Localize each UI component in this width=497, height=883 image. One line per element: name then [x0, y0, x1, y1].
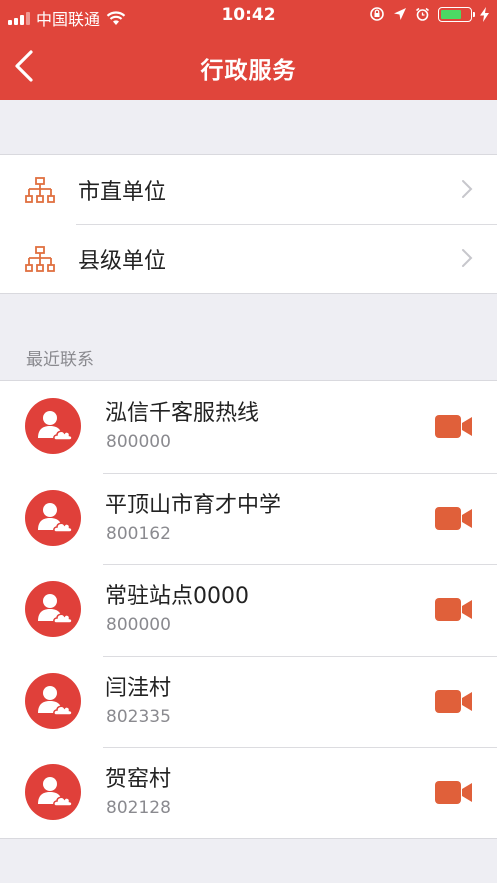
alarm-icon: [416, 7, 429, 21]
avatar: [25, 489, 81, 546]
nav-bar: 行政服务: [0, 33, 497, 100]
contact-row[interactable]: 常驻站点0000 800000: [0, 564, 497, 656]
video-call-icon[interactable]: [435, 414, 473, 439]
chevron-right-icon: [462, 180, 473, 198]
avatar: [25, 581, 81, 637]
contact-avatar-icon: [38, 594, 73, 624]
contact-avatar-icon: [38, 685, 73, 716]
status-bar: 中国联通 10:42: [0, 0, 497, 33]
org-unit-item-county[interactable]: 县级单位: [0, 224, 497, 293]
org-unit-label: 市直单位: [78, 180, 167, 205]
video-call-icon[interactable]: [435, 689, 473, 714]
contact-number: 800162: [106, 523, 171, 544]
video-call-icon[interactable]: [435, 597, 473, 622]
chevron-right-icon: [462, 249, 473, 267]
contact-row[interactable]: 泓信千客服热线 800000: [0, 381, 497, 473]
battery-icon: [438, 6, 475, 22]
contact-row[interactable]: 贺窑村 802128: [0, 747, 497, 839]
org-chart-icon: [25, 177, 55, 203]
org-unit-list: 市直单位 县级单位: [0, 154, 497, 294]
contact-avatar-icon: [38, 411, 73, 441]
app-header: 中国联通 10:42 行政服务: [0, 0, 497, 100]
org-unit-item-city[interactable]: 市直单位: [0, 155, 497, 224]
contact-avatar-icon: [38, 777, 73, 807]
rotation-lock-icon: [370, 7, 384, 21]
org-unit-label: 县级单位: [78, 249, 167, 274]
contact-number: 800000: [106, 615, 171, 635]
recent-contacts-header: 最近联系: [26, 350, 94, 370]
contact-name: 泓信千客服热线: [105, 401, 260, 426]
contact-row[interactable]: 平顶山市育才中学 800162: [0, 472, 497, 565]
video-call-icon[interactable]: [435, 780, 473, 805]
charging-icon: [480, 6, 489, 22]
contact-name: 平顶山市育才中学: [105, 492, 282, 518]
video-call-icon[interactable]: [435, 506, 473, 531]
location-icon: [394, 8, 406, 20]
contact-number: 802128: [106, 798, 171, 818]
contact-name: 闫洼村: [105, 675, 172, 701]
contact-name: 常驻站点0000: [105, 584, 249, 609]
contact-name: 贺窑村: [105, 767, 172, 792]
page-title: 行政服务: [200, 58, 297, 84]
avatar: [25, 764, 81, 820]
avatar: [25, 398, 81, 454]
contact-avatar-icon: [38, 502, 73, 533]
contact-row[interactable]: 闫洼村 802335: [0, 655, 497, 748]
avatar: [25, 672, 81, 729]
org-chart-icon: [25, 246, 55, 272]
contact-number: 802335: [106, 706, 171, 727]
recent-contacts-list: 泓信千客服热线 800000 平顶山市育才中学 800162 常驻站点0000 …: [0, 380, 497, 839]
contact-number: 800000: [106, 432, 171, 452]
